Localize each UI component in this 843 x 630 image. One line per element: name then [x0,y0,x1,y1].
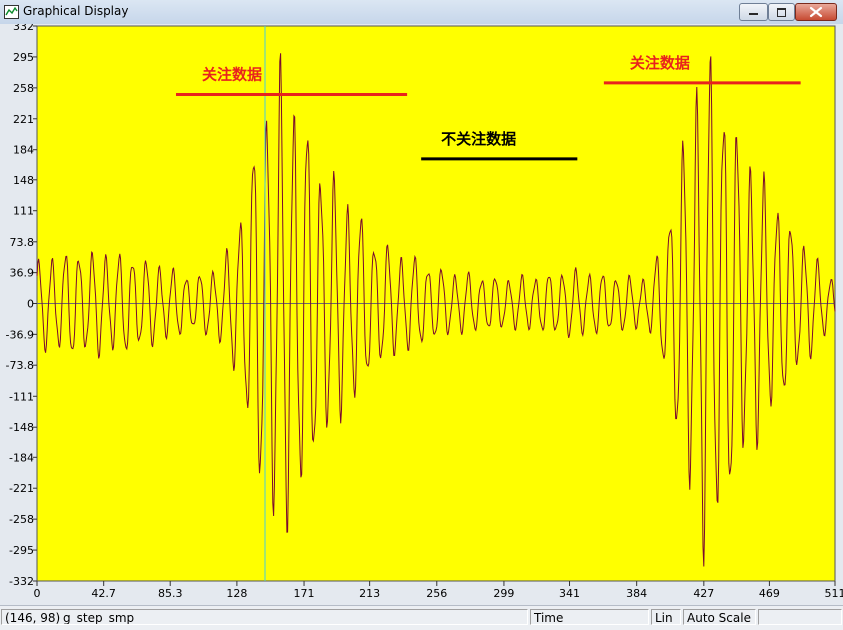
cursor-coordinates: (146, 98) [5,610,63,625]
y-tick-label: 295 [13,51,34,64]
minimize-button[interactable] [739,3,768,21]
annotation-label: 关注数据 [630,54,690,72]
y-tick-label: 111 [13,205,34,218]
y-scale-mode[interactable]: Lin [651,609,681,625]
status-empty-panel [758,609,842,625]
y-tick-label: -332 [9,575,34,588]
y-tick-label: 184 [13,144,34,157]
y-tick-label: 148 [13,174,34,187]
y-tick-label: 332 [13,24,34,33]
y-tick-label: 221 [13,113,34,126]
x-tick-label: 128 [226,587,247,600]
graph-icon [4,5,19,19]
x-tick-label: 469 [759,587,780,600]
annotation-label: 关注数据 [202,66,262,84]
y-tick-label: -258 [9,513,34,526]
scaling-mode[interactable]: Auto Scale [683,609,756,625]
minimize-icon [749,13,758,15]
y-tick-label: -295 [9,544,34,557]
x-tick-label: 85.3 [158,587,183,600]
x-tick-label: 0 [34,587,41,600]
y-tick-label: -111 [9,390,34,403]
y-tick-label: 73.8 [10,236,35,249]
x-tick-label: 384 [626,587,647,600]
status-coordinates-panel: (146, 98)g_step_smp [1,609,528,625]
x-tick-label: 511 [825,587,843,600]
maximize-icon [777,8,786,17]
status-bar: (146, 98)g_step_smp Time Lin Auto Scale [0,605,843,630]
x-tick-label: 42.7 [91,587,116,600]
x-tick-label: 427 [693,587,714,600]
signal-name: g_step_smp [63,611,134,625]
maximize-button[interactable] [768,3,795,21]
window-title: Graphical Display [23,4,128,18]
y-tick-label: 0 [27,298,34,311]
y-tick-label: -184 [9,451,34,464]
x-tick-label: 256 [426,587,447,600]
annotation-label: 不关注数据 [441,130,516,148]
y-tick-label: -221 [9,482,34,495]
waveform-chart[interactable]: 332 295 258 221 184 148 111 73.8 36.9 0 -36.9 -73.8… [0,24,843,605]
x-tick-label: 213 [359,587,380,600]
y-tick-label: 258 [13,82,34,95]
x-axis-mode[interactable]: Time [530,609,649,625]
y-tick-label: -73.8 [6,359,34,372]
y-tick-label: -36.9 [6,328,34,341]
close-icon [796,4,836,20]
window-titlebar[interactable]: Graphical Display [0,0,843,25]
x-tick-label: 341 [559,587,580,600]
y-tick-label: 36.9 [10,267,35,280]
x-tick-label: 171 [294,587,315,600]
y-tick-label: -148 [9,421,34,434]
close-button[interactable] [795,3,837,21]
x-tick-label: 299 [493,587,514,600]
